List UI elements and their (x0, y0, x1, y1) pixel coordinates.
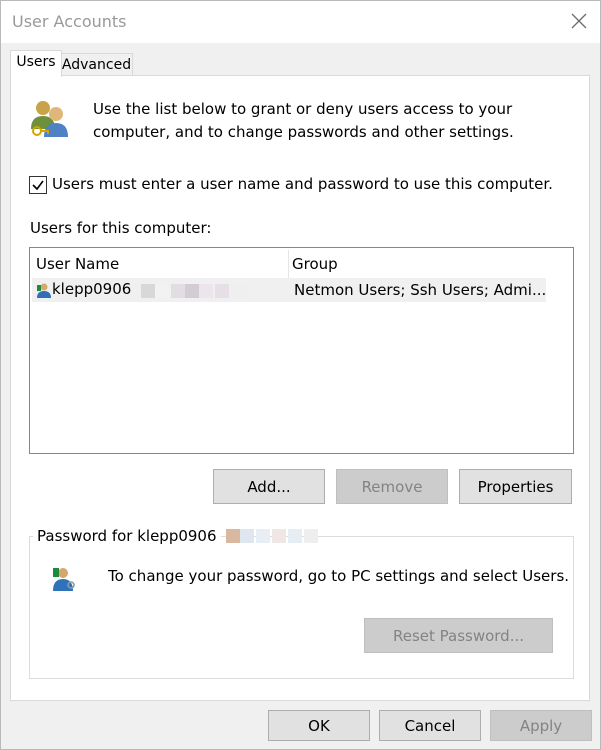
tab-advanced[interactable]: Advanced (60, 53, 133, 76)
redacted-text (212, 527, 324, 545)
close-icon[interactable] (569, 11, 589, 31)
properties-button[interactable]: Properties (459, 469, 572, 504)
reset-password-button[interactable]: Reset Password... (364, 618, 553, 653)
cancel-button[interactable]: Cancel (379, 710, 481, 741)
add-button[interactable]: Add... (213, 469, 325, 504)
title-bar: User Accounts (1, 1, 600, 43)
password-group-legend: Password for klepp0906 (33, 527, 221, 545)
row-user-name: klepp0906 (52, 280, 132, 298)
column-header-user-name[interactable]: User Name (36, 252, 286, 277)
user-key-icon (50, 565, 78, 593)
password-instructions: To change your password, go to PC settin… (108, 567, 570, 585)
ok-button[interactable]: OK (268, 710, 370, 741)
password-legend-text: Password for klepp0906 (37, 527, 217, 545)
window-title: User Accounts (12, 12, 127, 31)
require-login-checkbox[interactable] (29, 176, 47, 194)
users-listview[interactable]: User Name Group klepp0906 Netmon Users; … (29, 247, 574, 454)
checkmark-icon (32, 180, 44, 191)
column-separator[interactable] (288, 250, 289, 278)
apply-button[interactable]: Apply (490, 710, 592, 741)
intro-text: Use the list below to grant or deny user… (93, 100, 514, 141)
tab-users-label: Users (16, 54, 56, 70)
users-list-label: Users for this computer: (30, 219, 212, 237)
tab-users[interactable]: Users (10, 50, 62, 77)
row-group: Netmon Users; Ssh Users; Admi... (294, 281, 547, 299)
tab-advanced-label: Advanced (61, 57, 132, 73)
table-row[interactable]: klepp0906 Netmon Users; Ssh Users; Admi.… (32, 278, 546, 302)
redacted-text (141, 280, 251, 300)
require-login-label[interactable]: Users must enter a user name and passwor… (52, 175, 553, 193)
column-header-group[interactable]: Group (292, 252, 542, 277)
user-icon (36, 282, 52, 298)
password-group-box (29, 536, 574, 679)
remove-button[interactable]: Remove (336, 469, 448, 504)
users-group-icon (28, 97, 72, 141)
